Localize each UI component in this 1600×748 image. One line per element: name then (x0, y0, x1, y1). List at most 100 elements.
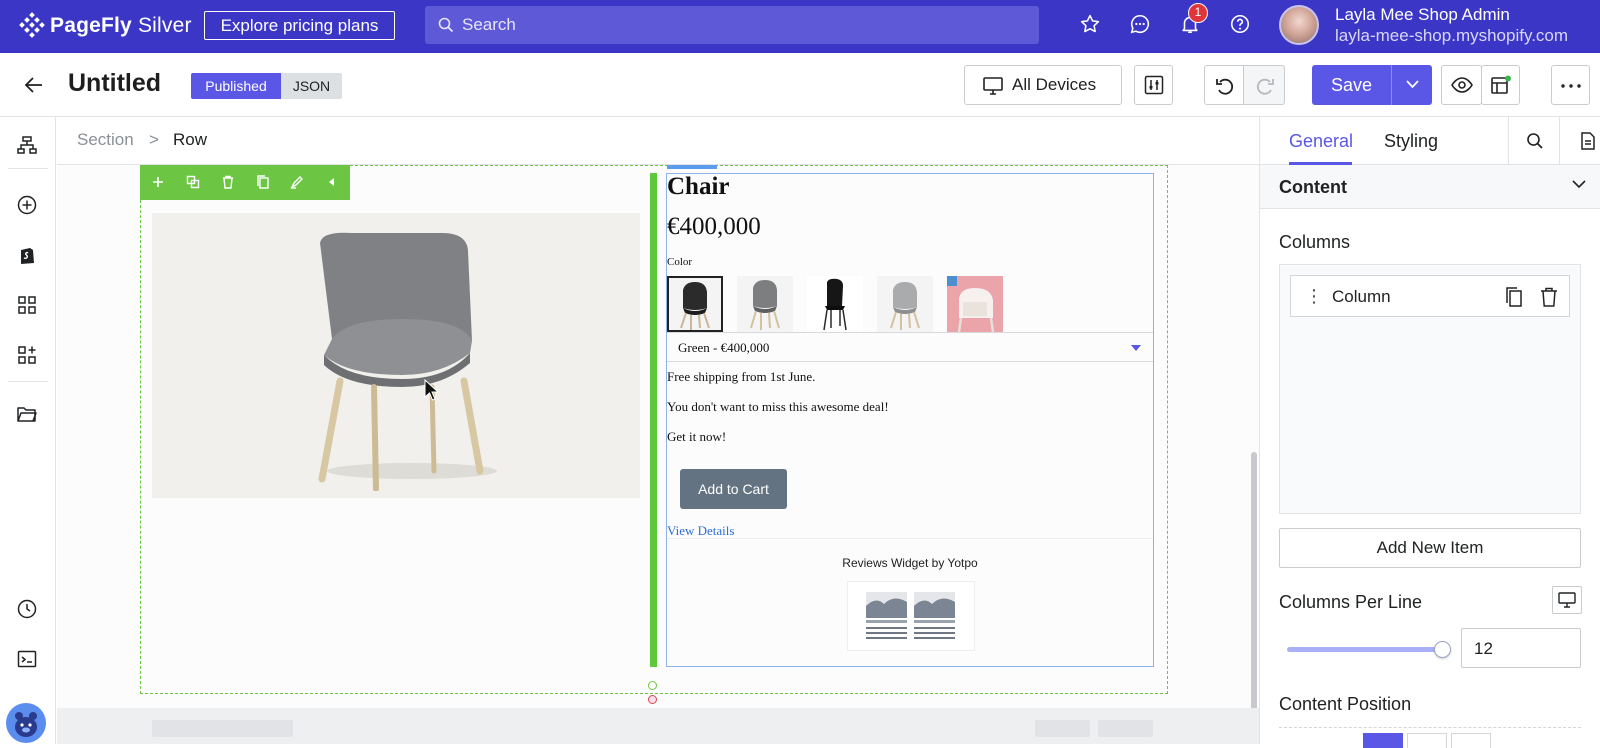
publish-status-button[interactable] (1481, 65, 1520, 105)
avatar[interactable] (1279, 5, 1319, 45)
chat-icon[interactable] (1129, 13, 1151, 35)
page-title[interactable]: Untitled (68, 69, 161, 98)
rail-divider (8, 168, 48, 169)
footer-placeholder (152, 720, 293, 737)
mascot-avatar-icon[interactable] (6, 703, 46, 743)
device-toggle-button[interactable] (1552, 586, 1582, 614)
breadcrumb: Section > Row (57, 117, 1259, 165)
undo-button[interactable] (1204, 65, 1244, 105)
history-icon[interactable] (17, 599, 37, 619)
page-status-icon (1491, 75, 1511, 94)
add-new-item-button[interactable]: Add New Item (1279, 528, 1581, 568)
help-icon[interactable] (1229, 13, 1251, 35)
user-domain[interactable]: layla-mee-shop.myshopify.com (1335, 26, 1568, 46)
search-icon (438, 17, 454, 33)
product-image[interactable] (152, 213, 640, 498)
add-element-icon[interactable] (17, 195, 37, 215)
explore-pricing-button[interactable]: Explore pricing plans (204, 11, 395, 40)
columns-per-line-slider[interactable] (1287, 647, 1442, 652)
save-options-button[interactable] (1391, 65, 1432, 105)
color-swatch[interactable] (877, 276, 933, 332)
left-sidebar (0, 117, 56, 744)
position-option[interactable] (1451, 733, 1491, 748)
columns-per-line-input[interactable]: 12 (1461, 628, 1581, 668)
product-description-line: You don't want to miss this awesome deal… (667, 399, 889, 414)
canvas-scrollbar[interactable] (1251, 452, 1257, 744)
editor-toolbar: Untitled Published JSON All Devices Save (0, 53, 1600, 117)
reviews-widget-title: Reviews Widget by Yotpo (842, 556, 978, 570)
chair-illustration (318, 232, 497, 491)
product-description-line: Free shipping from 1st June. (667, 369, 816, 384)
list-item[interactable]: ⋮ Column (1290, 275, 1570, 317)
settings-sliders-button[interactable] (1134, 65, 1173, 105)
add-section-icon[interactable] (17, 345, 37, 365)
preview-button[interactable] (1441, 65, 1482, 105)
position-option[interactable] (1407, 733, 1447, 748)
footer-placeholder (1098, 720, 1153, 737)
add-icon[interactable] (151, 175, 165, 189)
terminal-icon[interactable] (17, 649, 37, 669)
desktop-icon (983, 77, 1003, 95)
column-resize-handle[interactable] (650, 173, 657, 667)
position-option-active[interactable] (1363, 733, 1403, 748)
inspector-panel: General Styling Content Columns ⋮ Column… (1259, 117, 1600, 748)
duplicate-icon[interactable] (186, 175, 200, 189)
color-swatch[interactable] (667, 276, 723, 332)
breadcrumb-section[interactable]: Section (77, 130, 134, 150)
star-icon[interactable] (1079, 13, 1101, 35)
color-swatch[interactable] (947, 276, 1003, 332)
drag-handle-icon[interactable]: ⋮ (1305, 286, 1323, 307)
redo-icon (1256, 78, 1274, 95)
plan-name: Silver (137, 14, 192, 37)
folder-icon[interactable] (17, 405, 37, 423)
layers-icon[interactable] (17, 136, 37, 154)
color-swatch[interactable] (737, 276, 793, 332)
format-badge[interactable]: JSON (281, 73, 342, 99)
tab-general[interactable]: General (1289, 131, 1353, 152)
columns-list: ⋮ Column (1279, 264, 1581, 514)
variant-select[interactable]: Green - €400,000 (667, 332, 1153, 362)
color-swatch[interactable] (807, 276, 863, 332)
row-resize-handle[interactable] (648, 681, 657, 690)
columns-per-line-value: 12 (1474, 639, 1493, 658)
footer-placeholder (1035, 720, 1090, 737)
save-button[interactable]: Save (1312, 65, 1391, 105)
desktop-icon (1558, 592, 1576, 608)
inspector-search-button[interactable] (1508, 117, 1560, 165)
undo-icon (1216, 78, 1234, 95)
slider-thumb[interactable] (1434, 641, 1451, 658)
tab-styling[interactable]: Styling (1384, 131, 1438, 152)
trash-icon[interactable] (1540, 287, 1558, 307)
back-arrow-icon[interactable] (24, 75, 44, 95)
more-options-button[interactable] (1551, 65, 1590, 105)
grid-icon[interactable] (17, 295, 37, 315)
view-details-link[interactable]: View Details (667, 523, 734, 539)
eye-icon (1451, 77, 1473, 93)
product-title[interactable]: Chair (667, 173, 730, 201)
add-to-cart-button[interactable]: Add to Cart (680, 469, 787, 509)
row-toolbar (140, 165, 350, 200)
duplicate-icon[interactable] (1505, 287, 1523, 307)
ellipsis-icon (1561, 84, 1581, 88)
collapse-left-icon[interactable] (325, 175, 339, 189)
columns-label: Columns (1279, 232, 1351, 252)
user-name[interactable]: Layla Mee Shop Admin (1335, 5, 1510, 25)
top-bar: PageFly Silver Explore pricing plans Sear… (0, 0, 1600, 53)
search-input[interactable]: Search (425, 6, 1039, 44)
chevron-down-icon (1572, 180, 1586, 189)
shopify-icon[interactable] (17, 245, 37, 265)
rail-divider (8, 381, 48, 382)
row-resize-handle-alt[interactable] (648, 695, 657, 704)
delete-icon[interactable] (221, 175, 235, 189)
style-brush-icon[interactable] (290, 175, 304, 189)
content-section-header[interactable]: Content (1260, 165, 1600, 209)
reviews-widget[interactable]: Reviews Widget by Yotpo (667, 538, 1153, 666)
copy-icon[interactable] (256, 175, 270, 189)
product-price[interactable]: €400,000 (667, 213, 761, 241)
breadcrumb-row[interactable]: Row (173, 130, 207, 150)
redo-button[interactable] (1243, 65, 1285, 105)
column-item-label: Column (1332, 287, 1391, 306)
document-icon (1581, 132, 1595, 150)
all-devices-button[interactable]: All Devices (964, 65, 1122, 105)
element-tab-marker (667, 165, 717, 169)
